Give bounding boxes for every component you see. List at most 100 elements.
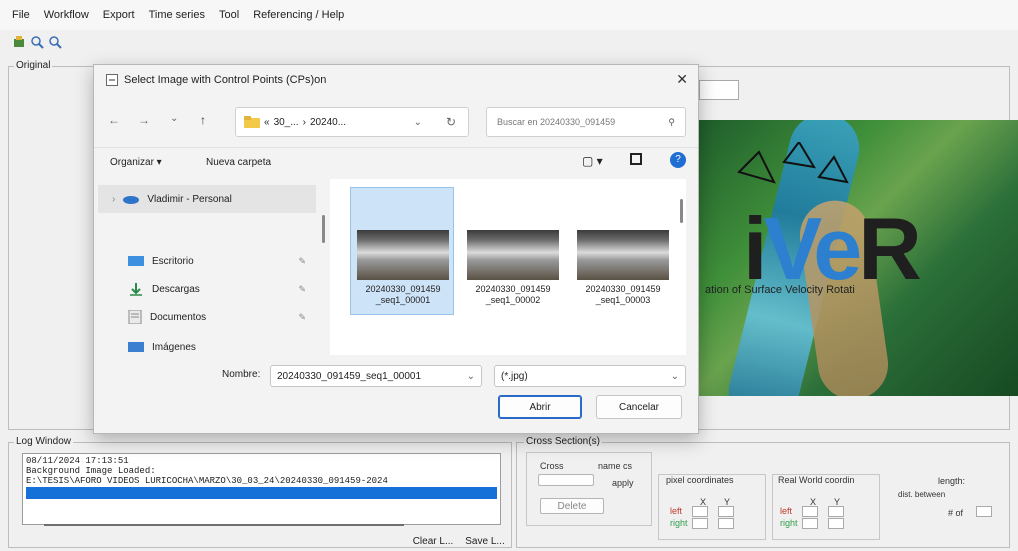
clear-log-button[interactable]: Clear L... [408,534,458,549]
file-thumbnail [577,230,669,280]
file-list-scrollbar[interactable] [680,199,683,223]
menu-bar: File Workflow Export Time series Tool Re… [0,0,1018,30]
file-item[interactable]: 20240330_091459 _seq1_00001 [350,187,454,315]
recent-chevron-icon[interactable]: ⌄ [170,113,178,124]
organize-menu[interactable]: Organizar ▾ [110,157,162,168]
toolbar [12,32,62,52]
command-bar: Organizar ▾ Nueva carpeta ▢ ▾ ? [94,147,698,175]
world-coordinates-title: Real World coordin [778,475,855,485]
pixel-left-x-field[interactable] [692,506,708,517]
length-label: length: [938,476,966,486]
main-image: iVeR ation of Surface Velocity Rotati [699,120,1018,396]
open-button[interactable]: Abrir [498,395,582,419]
refresh-icon[interactable]: ↻ [446,115,456,129]
close-icon[interactable]: ✕ [676,71,688,88]
nav-item-onedrive[interactable]: › Vladimir - Personal [98,185,316,213]
navigation-row: ← → ⌄ ↑ « 30_... › 20240... ⌄ ↻ Buscar e… [94,101,698,141]
menu-file[interactable]: File [12,9,30,21]
view-options-icon[interactable]: ▢ ▾ [582,154,603,168]
dialog-title: Select Image with Control Points (CPs)on [124,74,327,86]
pixel-right-label: right [670,518,688,528]
num-of-label: # of [948,508,964,518]
pin-icon[interactable]: ✎ [298,284,306,295]
apply-label[interactable]: apply [612,478,634,488]
logo-subtitle: ation of Surface Velocity Rotati [705,284,855,296]
world-right-x-field[interactable] [802,518,818,529]
back-arrow-icon[interactable]: ← [108,113,120,127]
pin-icon[interactable]: ✎ [298,312,306,323]
log-scrollbar[interactable] [44,524,404,526]
original-panel-title: Original [14,60,53,71]
pixel-right-x-field[interactable] [692,518,708,529]
select-image-dialog: Select Image with Control Points (CPs)on… [93,64,699,434]
dialog-app-icon [106,74,118,86]
pan-icon[interactable] [12,35,26,49]
file-item[interactable]: 20240330_091459 _seq1_00002 [460,187,564,315]
num-of-field[interactable] [976,506,992,517]
drone-icon [737,142,849,184]
nav-item-documents[interactable]: Documentos ✎ [98,303,316,331]
pixel-left-y-field[interactable] [718,506,734,517]
file-thumbnail [357,230,449,280]
documents-icon [128,310,142,324]
save-log-button[interactable]: Save L... [460,534,510,549]
world-left-label: left [780,506,793,516]
dist-between-label: dist. between [898,490,946,499]
file-name-input[interactable]: 20240330_091459_seq1_00001 ⌄ [270,365,482,387]
search-field[interactable]: Buscar en 20240330_091459 ⚲ [486,107,686,137]
search-placeholder: Buscar en 20240330_091459 [497,117,616,127]
cross-section-title: Cross Section(s) [524,436,602,447]
menu-time-series[interactable]: Time series [149,9,205,21]
file-name: 20240330_091459 _seq1_00003 [585,284,661,305]
navigation-pane: › Vladimir - Personal Escritorio ✎ Desca… [98,179,322,355]
search-icon: ⚲ [668,116,675,127]
help-icon[interactable]: ? [670,152,686,168]
expand-chevron-icon[interactable]: › [112,194,115,205]
pixel-right-y-field[interactable] [718,518,734,529]
preview-pane-icon[interactable] [630,153,642,165]
nav-item-label: Documentos [150,311,207,323]
cloud-icon [123,196,140,204]
address-part[interactable]: 30_... [274,117,299,128]
images-icon [128,342,144,352]
up-arrow-icon[interactable]: ↑ [200,113,206,127]
reference-field[interactable] [699,80,739,100]
file-thumbnail [467,230,559,280]
address-part: « [264,116,270,128]
download-icon [130,283,142,296]
menu-workflow[interactable]: Workflow [44,9,89,21]
file-type-select[interactable]: (*.jpg) ⌄ [494,365,686,387]
nav-item-downloads[interactable]: Descargas ✎ [98,275,316,303]
address-bar[interactable]: « 30_... › 20240... ⌄ ↻ [235,107,469,137]
chevron-down-icon[interactable]: ⌄ [671,371,679,382]
menu-tool[interactable]: Tool [219,9,239,21]
world-left-x-field[interactable] [802,506,818,517]
pin-icon[interactable]: ✎ [298,256,306,267]
file-item[interactable]: 20240330_091459 _seq1_00003 [570,187,674,315]
forward-arrow-icon[interactable]: → [138,113,150,127]
nav-pane-scrollbar[interactable] [322,215,325,243]
delete-button[interactable]: Delete [540,498,604,514]
cancel-button[interactable]: Cancelar [596,395,682,419]
log-textbox[interactable]: 08/11/2024 17:13:51 Background Image Loa… [22,453,501,525]
folder-icon [244,116,260,128]
address-part[interactable]: 20240... [310,117,346,128]
new-folder-button[interactable]: Nueva carpeta [206,157,271,168]
chevron-down-icon[interactable]: ⌄ [467,371,475,382]
zoom-in-icon[interactable] [30,35,44,49]
log-line: 08/11/2024 17:13:51 [26,456,129,466]
chevron-down-icon[interactable]: ⌄ [414,117,422,128]
log-panel-title: Log Window [14,436,74,447]
nav-item-images[interactable]: Imágenes [98,333,316,355]
zoom-out-icon[interactable] [48,35,62,49]
menu-export[interactable]: Export [103,9,135,21]
log-selected-line [26,487,497,499]
cross-stepper[interactable] [538,474,594,486]
world-left-y-field[interactable] [828,506,844,517]
nav-item-desktop[interactable]: Escritorio ✎ [98,247,316,275]
menu-referencing-help[interactable]: Referencing / Help [253,9,344,21]
nav-item-label: Imágenes [152,341,196,353]
world-right-label: right [780,518,798,528]
world-right-y-field[interactable] [828,518,844,529]
cross-label: Cross [540,461,564,471]
